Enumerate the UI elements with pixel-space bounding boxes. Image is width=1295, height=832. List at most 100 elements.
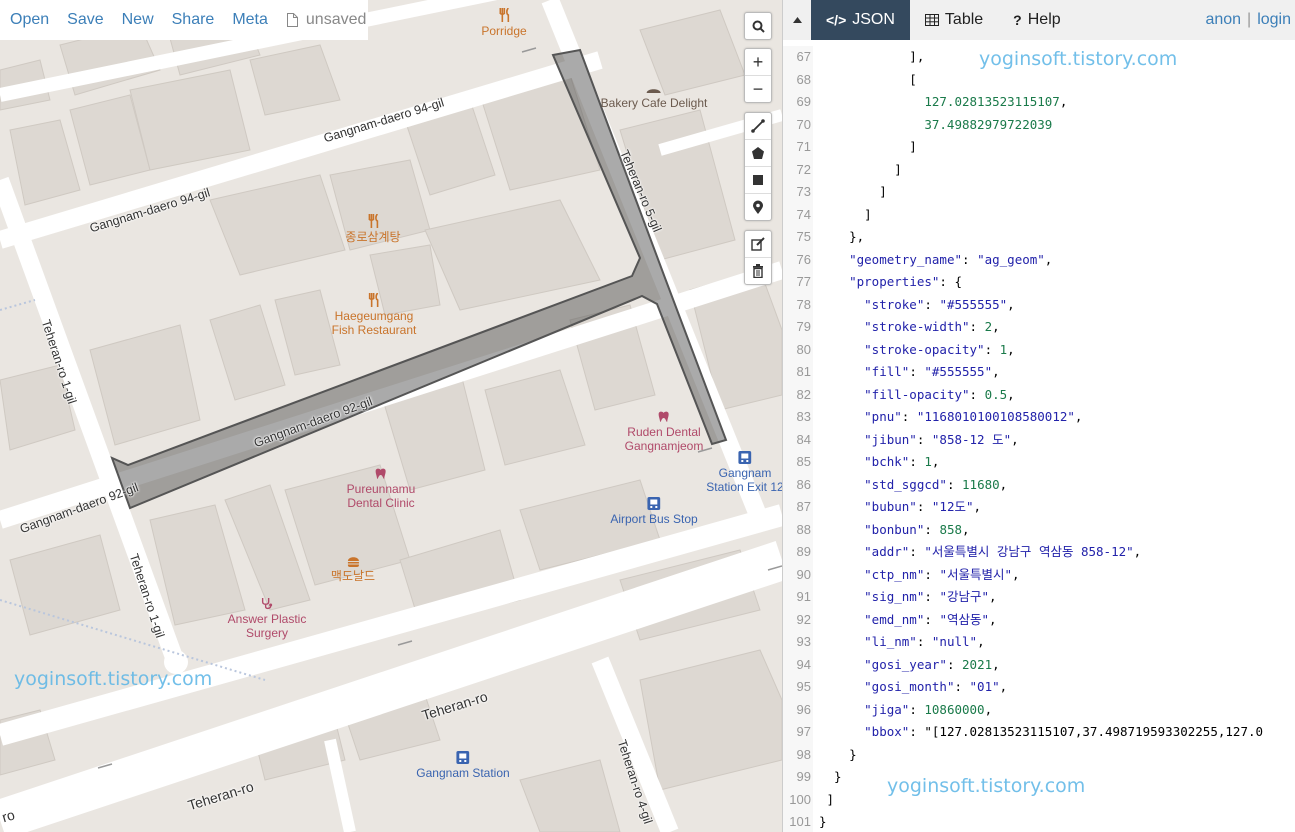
login-link[interactable]: login	[1257, 11, 1291, 29]
code-line: 80 "stroke-opacity": 1,	[783, 339, 1295, 362]
code-text: "stroke-opacity": 1,	[864, 341, 1015, 357]
draw-marker-button[interactable]	[745, 194, 771, 220]
polygon-icon	[752, 147, 764, 159]
zoom-out-button[interactable]: −	[745, 76, 771, 102]
poi-airport-bus-stop[interactable]: Airport Bus Stop	[610, 497, 698, 526]
restaurant-icon	[369, 293, 379, 307]
poi-mcdonalds[interactable]: 맥도날드	[331, 556, 375, 583]
line-number: 88	[796, 521, 811, 537]
line-number: 71	[796, 139, 811, 154]
code-line: 85 "bchk": 1,	[783, 451, 1295, 474]
line-number: 97	[796, 724, 811, 739]
code-line: 97 "bbox": "[127.02813523115107,37.49871…	[783, 721, 1295, 744]
new-button[interactable]: New	[113, 11, 163, 29]
poi-ruden-dental[interactable]: Ruden Dental Gangnamjeom	[625, 411, 703, 453]
code-text: "gosi_year": 2021,	[864, 656, 1000, 672]
meta-button[interactable]: Meta	[223, 11, 277, 29]
line-number: 84	[796, 431, 811, 447]
code-line: 87 "bubun": "12도",	[783, 496, 1295, 519]
code-text: "stroke-width": 2,	[864, 319, 1000, 334]
draw-polygon-button[interactable]	[745, 140, 771, 167]
json-editor[interactable]: 67 ], 68 [69 127.02813523115107, 70 37.498…	[783, 46, 1295, 832]
code-text: "gosi_month": "01",	[864, 679, 1008, 694]
code-text: ]	[819, 161, 902, 177]
line-number: 69	[796, 94, 811, 109]
line-number: 86	[796, 476, 811, 492]
line-number: 93	[796, 634, 811, 649]
line-number: 91	[796, 589, 811, 604]
code-text: "stroke": "#555555",	[864, 296, 1015, 312]
line-number: 75	[796, 229, 811, 244]
line-number: 90	[796, 566, 811, 582]
trash-icon	[753, 264, 763, 278]
code-text: "bubun": "12도",	[864, 499, 982, 514]
tab-table[interactable]: Table	[910, 0, 998, 40]
code-line: 83 "pnu": "1168010100108580012",	[783, 406, 1295, 429]
code-line: 82 "fill-opacity": 0.5,	[783, 384, 1295, 407]
caret-up-icon	[792, 17, 802, 23]
line-number: 94	[796, 656, 811, 672]
line-number: 99	[796, 769, 811, 784]
burger-icon	[347, 557, 359, 567]
restaurant-icon	[499, 8, 509, 22]
code-text: "bbox": "[127.02813523115107,37.49871959…	[864, 724, 1264, 739]
save-status: unsaved	[277, 11, 366, 29]
code-line: 69 127.02813523115107,	[783, 91, 1295, 114]
open-button[interactable]: Open	[0, 11, 58, 29]
bus-stop-icon	[647, 497, 661, 510]
question-icon: ?	[1013, 12, 1022, 28]
poi-bakery[interactable]: Bakery Cafe Delight	[601, 84, 707, 110]
code-line: 91 "sig_nm": "강남구",	[783, 586, 1295, 609]
code-line: 89 "addr": "서울특별시 강남구 역삼동 858-12",	[783, 541, 1295, 564]
poi-porridge[interactable]: Porridge	[481, 8, 527, 38]
code-text: 37.49882979722039	[924, 116, 1053, 132]
line-number: 67	[796, 49, 811, 64]
draw-rectangle-button[interactable]	[745, 167, 771, 194]
poi-gangnam-exit-12[interactable]: Gangnam Station Exit 12	[706, 451, 782, 494]
anon-link[interactable]: anon	[1205, 11, 1241, 29]
map-view[interactable]: Gangnam-daero 94-gil Gangnam-daero 94-gi…	[0, 0, 782, 832]
poi-haegeumgang[interactable]: Haegeumgang Fish Restaurant	[332, 293, 416, 337]
code-text: ]	[819, 184, 887, 199]
share-button[interactable]: Share	[163, 11, 224, 29]
code-line: 95 "gosi_month": "01",	[783, 676, 1295, 699]
code-text: "li_nm": "null",	[864, 634, 985, 649]
draw-line-button[interactable]	[745, 113, 771, 140]
code-line: 90 "ctp_nm": "서울특별시",	[783, 564, 1295, 587]
zoom-in-button[interactable]: +	[745, 49, 771, 76]
code-text: "jiga": 10860000,	[864, 701, 993, 717]
poi-pureunnamu-dental[interactable]: Pureunnamu Dental Clinic	[347, 468, 415, 510]
save-button[interactable]: Save	[58, 11, 112, 29]
code-line: 79 "stroke-width": 2,	[783, 316, 1295, 339]
code-line: 96 "jiga": 10860000,	[783, 699, 1295, 722]
search-button[interactable]	[745, 13, 771, 39]
line-number: 76	[796, 251, 811, 267]
rectangle-icon	[753, 175, 763, 185]
line-number: 85	[796, 454, 811, 469]
tab-help[interactable]: ? Help	[998, 0, 1075, 40]
tooth-icon	[659, 411, 669, 422]
code-text: ]	[819, 206, 872, 222]
line-number: 74	[796, 206, 811, 222]
poi-answer-plastic-surgery[interactable]: Answer Plastic Surgery	[228, 597, 306, 640]
code-text: "std_sggcd": 11680,	[864, 476, 1008, 492]
poi-jongno-samgyetang[interactable]: 종로삼계탕	[345, 214, 401, 244]
line-number: 96	[796, 701, 811, 717]
collapse-panel-button[interactable]	[783, 0, 811, 40]
search-icon	[752, 20, 765, 33]
restaurant-icon	[368, 214, 378, 228]
line-number: 95	[796, 679, 811, 694]
tab-json[interactable]: </> JSON	[811, 0, 910, 40]
code-text: ]	[819, 139, 917, 154]
poi-gangnam-station[interactable]: Gangnam Station	[416, 751, 510, 780]
bus-stop-icon	[738, 451, 752, 464]
line-number: 77	[796, 274, 811, 289]
code-text: "jibun": "858-12 도",	[864, 431, 1019, 447]
polyline-icon	[751, 119, 765, 133]
edit-layers-button[interactable]	[745, 231, 771, 258]
search-control	[744, 12, 772, 40]
subway-icon	[456, 751, 470, 764]
delete-layers-button[interactable]	[745, 258, 771, 284]
code-text: "pnu": "1168010100108580012",	[864, 409, 1083, 424]
code-line: 92 "emd_nm": "역삼동",	[783, 609, 1295, 632]
